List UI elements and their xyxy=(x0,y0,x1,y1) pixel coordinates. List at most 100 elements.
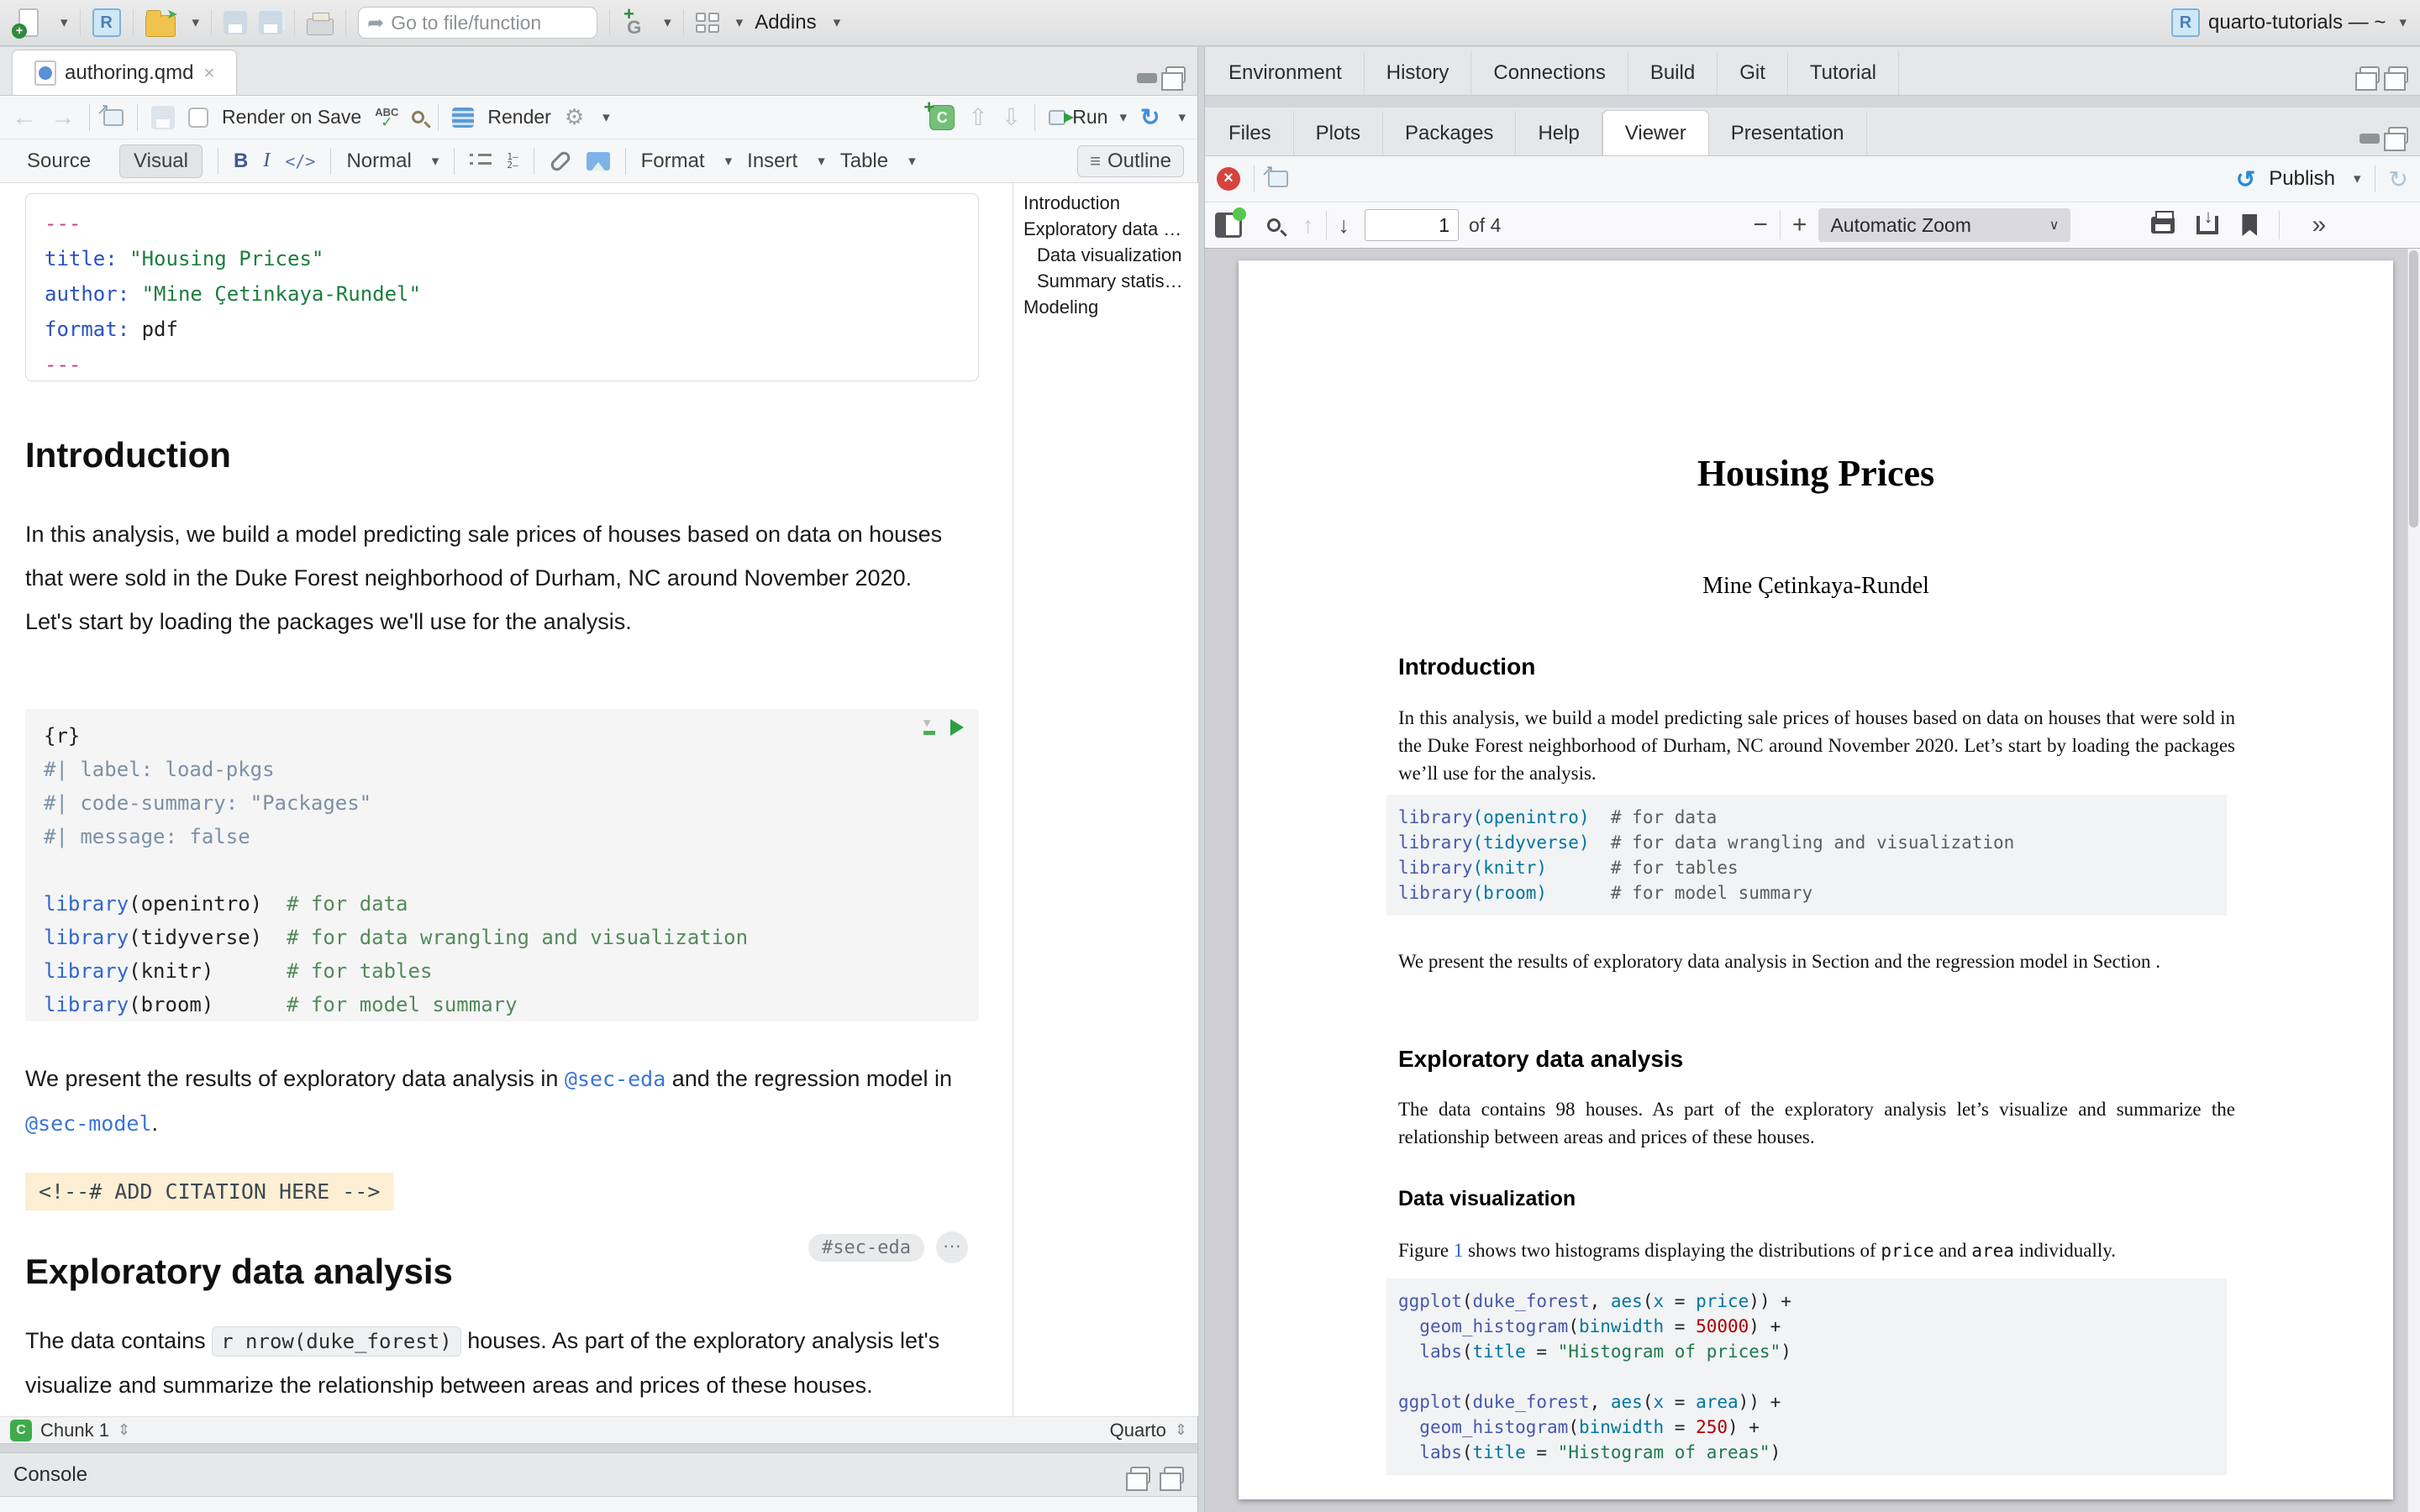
gear-icon[interactable]: ⚙ xyxy=(565,104,584,130)
paragraph-style-dropdown[interactable]: Normal xyxy=(346,150,411,173)
new-file-button[interactable]: + xyxy=(13,7,44,39)
pdf-bookmark-icon[interactable] xyxy=(2242,214,2257,236)
bold-button[interactable]: B xyxy=(234,150,248,173)
bullet-list-icon[interactable] xyxy=(470,152,492,171)
print-button[interactable] xyxy=(307,18,334,35)
chevron-down-icon[interactable]: ▾ xyxy=(432,153,439,170)
console-body[interactable] xyxy=(0,1497,1197,1512)
save-all-button[interactable] xyxy=(259,11,282,34)
minimize-icon[interactable] xyxy=(2360,134,2380,144)
outline-item-modeling[interactable]: Modeling xyxy=(1023,294,1198,320)
maximize-icon[interactable] xyxy=(2388,127,2408,144)
insert-chunk-button[interactable]: C xyxy=(929,105,955,130)
minimize-icon[interactable] xyxy=(1137,73,1157,83)
tab-git[interactable]: Git xyxy=(1718,51,1788,95)
popout-icon[interactable] xyxy=(2360,66,2380,83)
spinner-icon[interactable]: ⇕ xyxy=(118,1421,130,1439)
outline-toggle-button[interactable]: ≡ Outline xyxy=(1077,145,1184,177)
goto-file-search[interactable]: ➦ xyxy=(358,7,597,39)
chevron-down-icon[interactable]: ▾ xyxy=(725,153,733,170)
chevron-down-icon[interactable]: ▾ xyxy=(818,153,825,170)
chevron-down-icon[interactable]: ▾ xyxy=(60,14,68,31)
refresh-icon[interactable]: ↻ xyxy=(2389,165,2408,193)
chevron-down-icon[interactable]: ▾ xyxy=(192,14,200,31)
previous-page-icon[interactable]: ↑ xyxy=(1302,213,1314,239)
tab-plots[interactable]: Plots xyxy=(1294,112,1383,155)
outline-item-summary-statistics[interactable]: Summary statis… xyxy=(1023,268,1198,294)
page-number-input[interactable] xyxy=(1365,209,1459,241)
source-mode-button[interactable]: Source xyxy=(13,145,104,177)
stop-icon[interactable]: × xyxy=(1217,167,1240,191)
insert-menu[interactable]: Insert xyxy=(747,150,797,173)
outline-item-eda[interactable]: Exploratory data … xyxy=(1023,216,1198,242)
pdf-search-icon[interactable] xyxy=(1267,218,1281,232)
zoom-out-icon[interactable]: − xyxy=(1753,211,1768,239)
pdf-print-icon[interactable] xyxy=(2151,217,2175,234)
open-in-window-icon[interactable] xyxy=(1268,171,1288,187)
document-canvas[interactable]: ---title: "Housing Prices"author: "Mine … xyxy=(0,183,1007,1416)
tab-build[interactable]: Build xyxy=(1628,51,1718,95)
table-menu[interactable]: Table xyxy=(840,150,888,173)
tab-history[interactable]: History xyxy=(1365,51,1472,95)
pdf-download-icon[interactable] xyxy=(2196,216,2218,234)
tab-files[interactable]: Files xyxy=(1207,112,1294,155)
tab-presentation[interactable]: Presentation xyxy=(1709,112,1867,155)
tab-help[interactable]: Help xyxy=(1516,112,1602,155)
chevron-down-icon[interactable]: ▾ xyxy=(834,14,841,31)
goto-file-input[interactable] xyxy=(391,12,576,34)
render-button[interactable]: Render xyxy=(487,106,550,129)
maximize-icon[interactable] xyxy=(1164,1467,1184,1483)
version-control-icon[interactable] xyxy=(622,10,647,35)
back-icon[interactable]: ← xyxy=(12,103,37,132)
numbered-list-icon[interactable]: 1— 2— xyxy=(507,153,518,170)
chevron-down-icon[interactable]: ▾ xyxy=(1178,109,1186,126)
tab-environment[interactable]: Environment xyxy=(1207,51,1365,95)
visual-mode-button[interactable]: Visual xyxy=(119,144,203,178)
chevron-down-icon[interactable]: ▾ xyxy=(602,109,610,126)
outline-item-data-visualization[interactable]: Data visualization xyxy=(1023,242,1198,268)
popout-icon[interactable] xyxy=(1130,1467,1150,1483)
publish-button[interactable]: Publish xyxy=(2269,167,2335,191)
run-button[interactable]: Run ▾ xyxy=(1049,106,1127,129)
section-options-button[interactable]: ··· xyxy=(936,1231,968,1263)
chevron-down-icon[interactable]: ▾ xyxy=(908,153,916,170)
close-icon[interactable]: × xyxy=(203,62,214,84)
rerun-icon[interactable]: ↻ xyxy=(1140,103,1160,131)
image-icon[interactable] xyxy=(587,152,610,171)
tab-viewer[interactable]: Viewer xyxy=(1602,110,1709,155)
maximize-icon[interactable] xyxy=(2388,66,2408,83)
zoom-in-icon[interactable]: + xyxy=(1792,211,1807,239)
go-up-icon[interactable]: ⇧ xyxy=(968,103,987,131)
chunk-selector[interactable]: Chunk 1 xyxy=(40,1420,109,1441)
tab-packages[interactable]: Packages xyxy=(1383,112,1516,155)
code-button[interactable]: </> xyxy=(285,151,315,171)
scrollbar-thumb[interactable] xyxy=(2409,250,2418,528)
console-pane-header[interactable]: Console xyxy=(0,1452,1197,1497)
next-page-icon[interactable]: ↓ xyxy=(1339,213,1350,239)
pane-layout-icon[interactable] xyxy=(696,13,719,33)
tab-authoring-qmd[interactable]: authoring.qmd × xyxy=(12,50,237,95)
run-chunk-icon[interactable] xyxy=(950,719,964,736)
save-icon[interactable] xyxy=(151,106,175,129)
run-chunks-above-icon[interactable] xyxy=(923,720,937,735)
addins-menu[interactable]: Addins xyxy=(755,11,816,34)
pdf-scrollbar[interactable] xyxy=(2407,249,2420,1512)
new-project-button[interactable]: R xyxy=(92,8,121,37)
format-menu[interactable]: Format xyxy=(641,150,705,173)
go-down-icon[interactable]: ⇩ xyxy=(1002,103,1021,131)
italic-button[interactable]: I xyxy=(263,150,270,172)
chevron-down-icon[interactable]: ▾ xyxy=(1119,109,1127,126)
tab-tutorial[interactable]: Tutorial xyxy=(1788,51,1899,95)
open-file-button[interactable] xyxy=(145,15,176,37)
maximize-icon[interactable] xyxy=(1165,66,1186,83)
link-icon[interactable] xyxy=(548,149,571,172)
chevron-down-icon[interactable]: ▾ xyxy=(736,14,744,31)
project-menu[interactable]: R quarto-tutorials — ~ ▾ xyxy=(2171,8,2407,37)
render-on-save-checkbox[interactable] xyxy=(188,108,208,128)
chevron-down-icon[interactable]: ▾ xyxy=(2354,171,2361,187)
tab-connections[interactable]: Connections xyxy=(1471,51,1628,95)
save-button[interactable] xyxy=(224,11,247,34)
pdf-tools-expand-icon[interactable]: » xyxy=(2312,211,2326,239)
yaml-front-matter[interactable]: ---title: "Housing Prices"author: "Mine … xyxy=(25,193,979,381)
spellcheck-icon[interactable]: ABC✓ xyxy=(375,108,398,128)
